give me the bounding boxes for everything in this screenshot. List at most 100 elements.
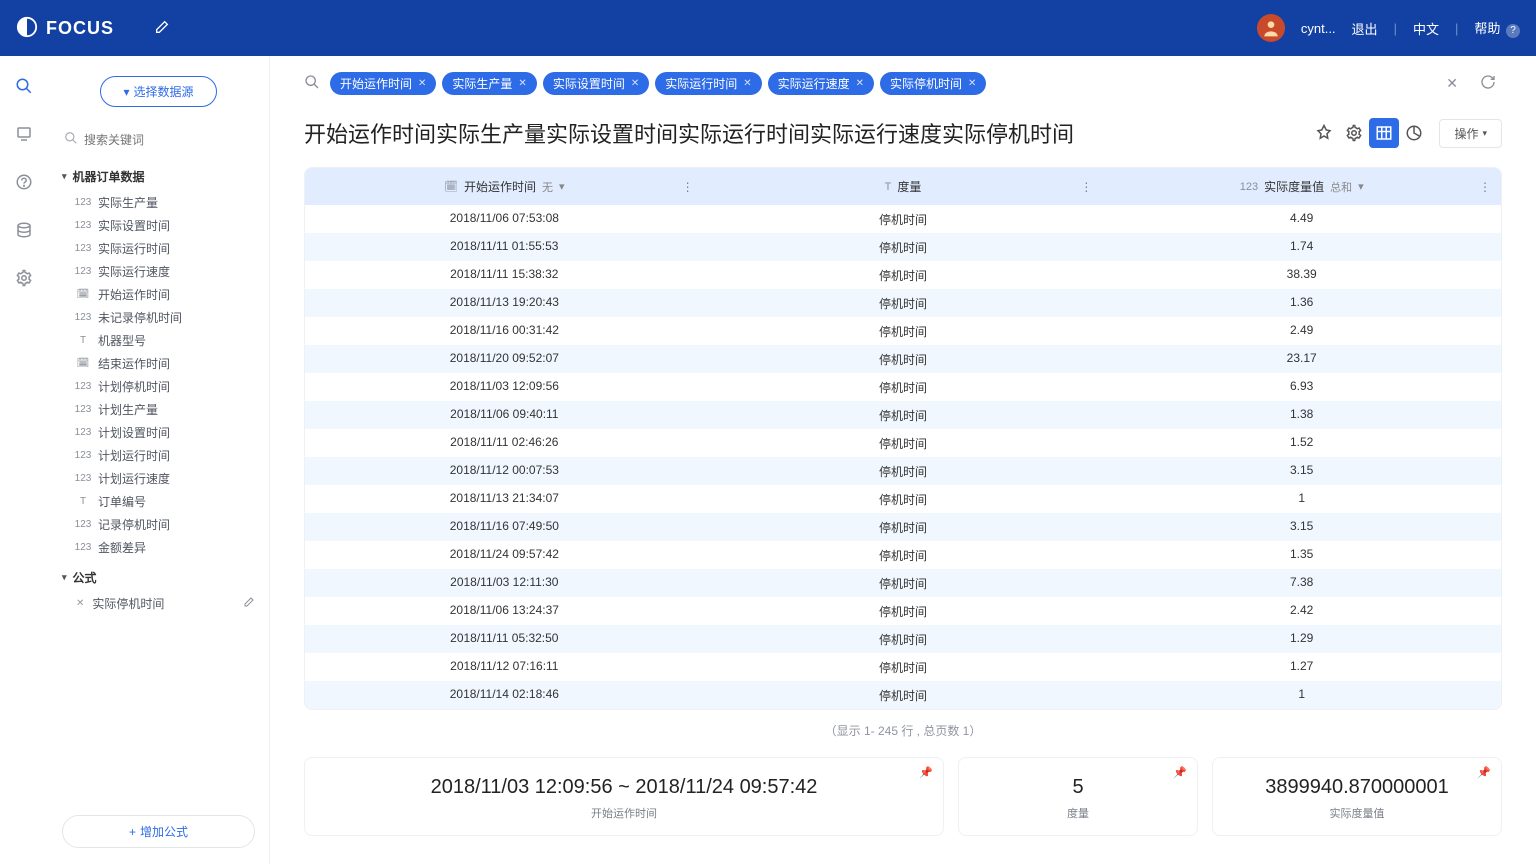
logo-icon [16, 16, 38, 41]
field-item[interactable]: 123实际设置时间 [76, 214, 255, 237]
field-item[interactable]: 🗓结束运作时间 [76, 352, 255, 375]
table-row[interactable]: 2018/11/13 21:34:07停机时间1 [305, 485, 1501, 513]
table-row[interactable]: 2018/11/06 07:53:08停机时间4.49 [305, 205, 1501, 233]
more-icon[interactable]: ⋮ [1479, 180, 1491, 194]
nav-help-icon[interactable] [14, 172, 34, 192]
table-row[interactable]: 2018/11/03 12:09:56停机时间6.93 [305, 373, 1501, 401]
more-icon[interactable]: ⋮ [682, 180, 694, 194]
nav-db-icon[interactable] [14, 220, 34, 240]
remove-pill-icon[interactable]: ✕ [418, 78, 426, 89]
field-item[interactable]: T订单编号 [76, 490, 255, 513]
field-item[interactable]: 123未记录停机时间 [76, 306, 255, 329]
pin-icon[interactable]: 📌 [919, 766, 933, 779]
field-item[interactable]: 123计划运行速度 [76, 467, 255, 490]
chart-view-icon[interactable] [1399, 118, 1429, 148]
gear-icon[interactable] [1339, 118, 1369, 148]
formula-item[interactable]: ✕ 实际停机时间 [62, 592, 255, 615]
nav-pin-icon[interactable] [14, 124, 34, 144]
field-type-icon: 🗓 [76, 289, 90, 300]
more-icon[interactable]: ⋮ [1080, 180, 1092, 194]
table-row[interactable]: 2018/11/11 15:38:32停机时间38.39 [305, 261, 1501, 289]
operations-button[interactable]: 操作 ▾ [1439, 119, 1502, 148]
field-label: 结束运作时间 [98, 355, 170, 372]
table-row[interactable]: 2018/11/12 07:16:11停机时间1.27 [305, 653, 1501, 681]
table-row[interactable]: 2018/11/16 00:31:42停机时间2.49 [305, 317, 1501, 345]
remove-pill-icon[interactable]: ✕ [518, 78, 526, 89]
column-header-metric[interactable]: T度量⋮ [704, 168, 1103, 205]
query-pill[interactable]: 实际设置时间✕ [543, 72, 649, 95]
datasource-section[interactable]: ▾机器订单数据 [62, 158, 255, 191]
formula-section[interactable]: ▾公式 [62, 559, 255, 592]
edit-icon[interactable] [154, 19, 170, 38]
pin-icon[interactable] [1309, 118, 1339, 148]
field-item[interactable]: 🗓开始运作时间 [76, 283, 255, 306]
query-pill[interactable]: 实际运行时间✕ [655, 72, 761, 95]
clear-query-button[interactable]: ✕ [1440, 75, 1464, 92]
field-type-icon: 123 [76, 450, 90, 461]
field-item[interactable]: 123实际生产量 [76, 191, 255, 214]
field-label: 未记录停机时间 [98, 309, 182, 326]
caret-icon: ▾ [559, 180, 565, 193]
field-item[interactable]: T机器型号 [76, 329, 255, 352]
table-row[interactable]: 2018/11/20 09:52:07停机时间23.17 [305, 345, 1501, 373]
select-datasource-button[interactable]: ▾选择数据源 [100, 76, 216, 107]
field-label: 实际生产量 [98, 194, 158, 211]
field-item[interactable]: 123金额差异 [76, 536, 255, 559]
close-icon[interactable]: ✕ [76, 598, 84, 609]
field-item[interactable]: 123计划停机时间 [76, 375, 255, 398]
table-row[interactable]: 2018/11/24 09:57:42停机时间1.35 [305, 541, 1501, 569]
column-header-value[interactable]: 123实际度量值 总和 ▾⋮ [1102, 168, 1501, 205]
field-type-icon: 123 [76, 243, 90, 254]
table-row[interactable]: 2018/11/06 13:24:37停机时间2.42 [305, 597, 1501, 625]
field-label: 计划停机时间 [98, 378, 170, 395]
table-row[interactable]: 2018/11/12 00:07:53停机时间3.15 [305, 457, 1501, 485]
table-row[interactable]: 2018/11/11 02:46:26停机时间1.52 [305, 429, 1501, 457]
chevron-down-icon: ▾ [123, 85, 129, 99]
remove-pill-icon[interactable]: ✕ [968, 78, 976, 89]
chevron-down-icon: ▾ [1482, 128, 1487, 139]
remove-pill-icon[interactable]: ✕ [856, 78, 864, 89]
nav-search-icon[interactable] [14, 76, 34, 96]
refresh-button[interactable] [1474, 74, 1502, 93]
query-pill[interactable]: 实际停机时间✕ [880, 72, 986, 95]
table-row[interactable]: 2018/11/11 01:55:53停机时间1.74 [305, 233, 1501, 261]
field-item[interactable]: 123计划生产量 [76, 398, 255, 421]
field-item[interactable]: 123实际运行时间 [76, 237, 255, 260]
field-type-icon: 123 [76, 220, 90, 231]
username[interactable]: cynt... [1301, 21, 1336, 36]
pin-icon[interactable]: 📌 [1477, 766, 1491, 779]
remove-pill-icon[interactable]: ✕ [743, 78, 751, 89]
query-pill[interactable]: 实际生产量✕ [442, 72, 536, 95]
table-view-icon[interactable] [1369, 118, 1399, 148]
field-item[interactable]: 123计划设置时间 [76, 421, 255, 444]
caret-icon: ▾ [1358, 180, 1364, 193]
logo[interactable]: FOCUS [16, 16, 114, 41]
table-row[interactable]: 2018/11/16 07:49:50停机时间3.15 [305, 513, 1501, 541]
field-type-icon: T [76, 335, 90, 346]
field-label: 计划生产量 [98, 401, 158, 418]
lang-link[interactable]: 中文 [1413, 19, 1439, 38]
brand-text: FOCUS [46, 18, 114, 39]
pin-icon[interactable]: 📌 [1173, 766, 1187, 779]
field-item[interactable]: 123 计划运行时间 [76, 444, 255, 467]
field-item[interactable]: 123实际运行速度 [76, 260, 255, 283]
field-label: 计划运行时间 [98, 447, 170, 464]
nav-gear-icon[interactable] [14, 268, 34, 288]
add-formula-button[interactable]: +增加公式 [62, 815, 255, 848]
table-row[interactable]: 2018/11/13 19:20:43停机时间1.36 [305, 289, 1501, 317]
logout-link[interactable]: 退出 [1352, 19, 1378, 38]
query-pill[interactable]: 开始运作时间✕ [330, 72, 436, 95]
query-pill[interactable]: 实际运行速度✕ [768, 72, 874, 95]
column-header-time[interactable]: 🗓开始运作时间 无 ▾⋮ [305, 168, 704, 205]
table-row[interactable]: 2018/11/11 05:32:50停机时间1.29 [305, 625, 1501, 653]
remove-pill-icon[interactable]: ✕ [631, 78, 639, 89]
table-row[interactable]: 2018/11/03 12:11:30停机时间7.38 [305, 569, 1501, 597]
avatar[interactable] [1257, 14, 1285, 42]
sidebar-search-input[interactable] [84, 133, 253, 147]
table-row[interactable]: 2018/11/14 02:18:46停机时间1 [305, 681, 1501, 709]
help-link[interactable]: 帮助 ? [1474, 18, 1520, 38]
table-row[interactable]: 2018/11/06 09:40:11停机时间1.38 [305, 401, 1501, 429]
summary-card-time: 📌 2018/11/03 12:09:56 ~ 2018/11/24 09:57… [304, 757, 944, 836]
field-item[interactable]: 123记录停机时间 [76, 513, 255, 536]
edit-icon[interactable] [243, 596, 255, 611]
